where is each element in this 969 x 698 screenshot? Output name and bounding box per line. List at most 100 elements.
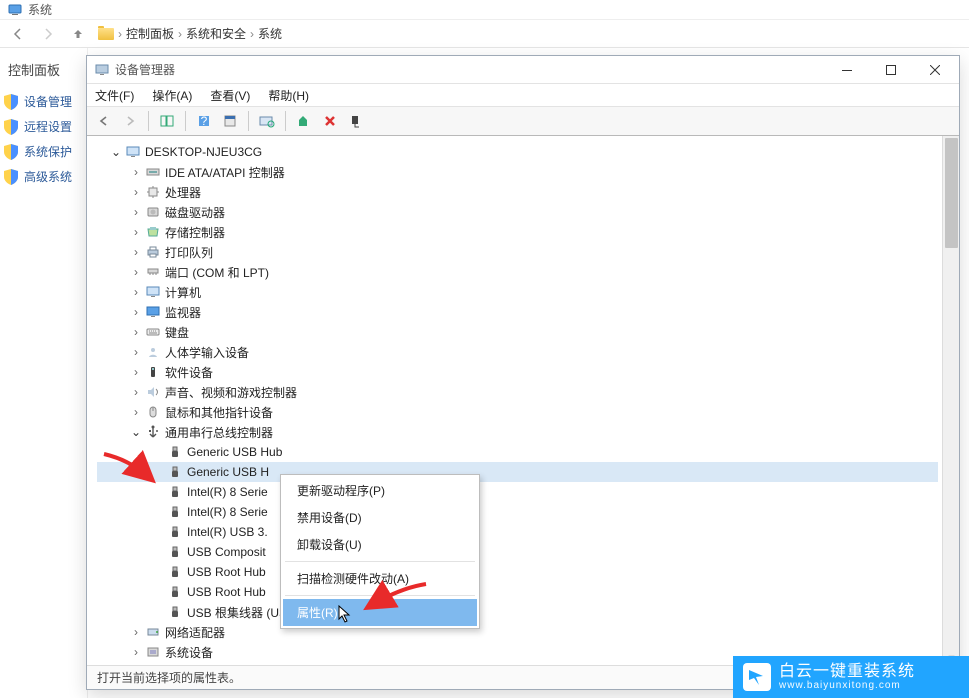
tree-category[interactable]: ›人体学输入设备 — [97, 342, 938, 362]
twisty-icon[interactable]: › — [131, 645, 141, 659]
shield-icon — [4, 119, 18, 135]
minimize-button[interactable] — [825, 58, 869, 82]
usbdev-icon — [167, 604, 183, 620]
dm-menubar: 文件(F) 操作(A) 查看(V) 帮助(H) — [87, 84, 959, 106]
hid-icon — [145, 344, 161, 360]
nav-back-button[interactable] — [8, 24, 28, 44]
tree-category[interactable]: ›监视器 — [97, 302, 938, 322]
toolbar-update-driver-button[interactable] — [293, 110, 315, 132]
breadcrumb-item[interactable]: 控制面板 — [126, 25, 174, 42]
toolbar-disable-button[interactable] — [345, 110, 367, 132]
twisty-icon[interactable]: › — [131, 245, 141, 259]
sidebar-item-advanced[interactable]: 高级系统 — [0, 164, 87, 189]
tree-usb-device[interactable]: Intel(R) 8 Serie — [97, 502, 938, 522]
toolbar-uninstall-button[interactable] — [319, 110, 341, 132]
twisty-icon[interactable]: › — [131, 205, 141, 219]
toolbar-properties-button[interactable] — [219, 110, 241, 132]
shield-icon — [4, 94, 18, 110]
tree-category[interactable]: ›计算机 — [97, 282, 938, 302]
cpu-icon — [145, 184, 161, 200]
tree-label: 打印队列 — [165, 244, 213, 261]
tree-category[interactable]: › 打印队列 — [97, 242, 938, 262]
tree-category[interactable]: ›处理器 — [97, 182, 938, 202]
shield-icon — [4, 169, 18, 185]
sidebar-item-device-manager[interactable]: 设备管理 — [0, 89, 87, 114]
twisty-icon[interactable]: › — [131, 265, 141, 279]
twisty-icon[interactable]: › — [131, 405, 141, 419]
scrollbar[interactable]: ▴ ▾ — [942, 136, 959, 665]
toolbar-separator — [285, 111, 286, 131]
tree-label: 通用串行总线控制器 — [165, 424, 273, 441]
scroll-thumb[interactable] — [945, 138, 958, 248]
breadcrumb-item[interactable]: 系统和安全 — [186, 25, 246, 42]
sidebar-item-label: 高级系统 — [24, 168, 72, 185]
device-tree[interactable]: ⌄DESKTOP-NJEU3CG›IDE ATA/ATAPI 控制器›处理器›磁… — [87, 136, 942, 665]
twisty-icon[interactable]: › — [131, 305, 141, 319]
tree-usb-device[interactable]: Intel(R) 8 Serie — [97, 482, 938, 502]
dm-titlebar[interactable]: 设备管理器 — [87, 56, 959, 84]
tree-usb-device[interactable]: Intel(R) USB 3. — [97, 522, 938, 542]
tree-usb-device[interactable]: Generic USB Hub — [97, 442, 938, 462]
tree-category-usb[interactable]: ⌄ 通用串行总线控制器 — [97, 422, 938, 442]
tree-category[interactable]: ›端口 (COM 和 LPT) — [97, 262, 938, 282]
twisty-icon[interactable]: ⌄ — [111, 145, 121, 159]
tree-category[interactable]: ›磁盘驱动器 — [97, 202, 938, 222]
maximize-button[interactable] — [869, 58, 913, 82]
tree-usb-device[interactable]: USB Root Hub — [97, 582, 938, 602]
storage-icon — [145, 224, 161, 240]
twisty-icon[interactable]: › — [131, 225, 141, 239]
context-menu-item[interactable]: 卸载设备(U) — [283, 531, 477, 558]
tree-category[interactable]: ›存储控制器 — [97, 222, 938, 242]
breadcrumb[interactable]: › 控制面板 › 系统和安全 › 系统 — [98, 25, 282, 42]
toolbar-show-hide-tree-button[interactable] — [156, 110, 178, 132]
twisty-icon[interactable]: ⌄ — [131, 425, 141, 439]
menu-view[interactable]: 查看(V) — [210, 87, 250, 104]
twisty-icon[interactable]: › — [131, 165, 141, 179]
toolbar-scan-button[interactable] — [256, 110, 278, 132]
annotation-arrow-icon — [100, 450, 160, 486]
twisty-icon[interactable]: › — [131, 325, 141, 339]
port-icon — [145, 264, 161, 280]
sidebar-item-protection[interactable]: 系统保护 — [0, 139, 87, 164]
twisty-icon[interactable]: › — [131, 385, 141, 399]
twisty-icon[interactable]: › — [131, 285, 141, 299]
tree-category[interactable]: › 网络适配器 — [97, 622, 938, 642]
tree-usb-device[interactable]: USB 根集线器 (USB 3.0) — [97, 602, 938, 622]
menu-file[interactable]: 文件(F) — [95, 87, 134, 104]
tree-category[interactable]: ›鼠标和其他指针设备 — [97, 402, 938, 422]
usbdev-icon — [167, 584, 183, 600]
breadcrumb-item[interactable]: 系统 — [258, 25, 282, 42]
nav-up-button[interactable] — [68, 24, 88, 44]
twisty-icon[interactable]: › — [131, 625, 141, 639]
tree-usb-device[interactable]: USB Composit — [97, 542, 938, 562]
tree-category[interactable]: ›键盘 — [97, 322, 938, 342]
nav-forward-button[interactable] — [38, 24, 58, 44]
tree-usb-device[interactable]: USB Root Hub — [97, 562, 938, 582]
usbdev-icon — [167, 484, 183, 500]
sidebar-item-remote[interactable]: 远程设置 — [0, 114, 87, 139]
watermark-logo-icon — [743, 663, 771, 691]
menu-help[interactable]: 帮助(H) — [268, 87, 309, 104]
twisty-icon[interactable]: › — [131, 185, 141, 199]
system-sidebar: 控制面板 设备管理 远程设置 系统保护 高级系统 — [0, 48, 88, 698]
sidebar-item-label: 设备管理 — [24, 93, 72, 110]
sidebar-title: 控制面板 — [0, 58, 87, 89]
twisty-icon[interactable]: › — [131, 345, 141, 359]
tree-category[interactable]: ›IDE ATA/ATAPI 控制器 — [97, 162, 938, 182]
tree-category[interactable]: ›软件设备 — [97, 362, 938, 382]
toolbar-back-button[interactable] — [93, 110, 115, 132]
tree-usb-device[interactable]: Generic USB H — [97, 462, 938, 482]
usbdev-icon — [167, 464, 183, 480]
tree-root[interactable]: ⌄DESKTOP-NJEU3CG — [97, 142, 938, 162]
tree-label: 网络适配器 — [165, 624, 225, 641]
context-menu-item[interactable]: 禁用设备(D) — [283, 504, 477, 531]
watermark-main: 白云一键重装系统 — [779, 663, 915, 681]
toolbar-forward-button[interactable] — [119, 110, 141, 132]
svg-text:?: ? — [201, 114, 208, 128]
menu-action[interactable]: 操作(A) — [152, 87, 192, 104]
close-button[interactable] — [913, 58, 957, 82]
context-menu-item[interactable]: 更新驱动程序(P) — [283, 477, 477, 504]
tree-category[interactable]: ›声音、视频和游戏控制器 — [97, 382, 938, 402]
toolbar-help-button[interactable]: ? — [193, 110, 215, 132]
twisty-icon[interactable]: › — [131, 365, 141, 379]
